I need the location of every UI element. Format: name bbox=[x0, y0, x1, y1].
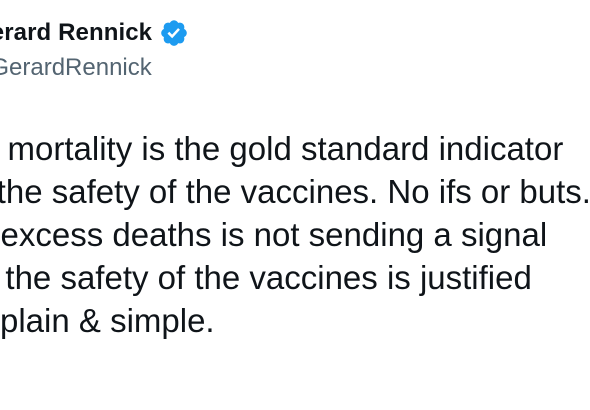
name-row: Gerard Rennick bbox=[0, 14, 189, 52]
tweet-text-line: Excess mortality is the gold standard in… bbox=[0, 130, 564, 167]
tweet-text-line: If excess deaths is not sending a signal bbox=[0, 216, 548, 253]
tweet-text-line: plain & simple. bbox=[0, 302, 215, 339]
tweet-header: Gerard Rennick @GerardRennick bbox=[0, 14, 189, 82]
tweet-card: Gerard Rennick @GerardRennick Excess mor… bbox=[0, 0, 590, 410]
tweet-text-line: then the safety of the vaccines is justi… bbox=[0, 259, 532, 296]
tweet-text-line: for the safety of the vaccines. No ifs o… bbox=[0, 173, 590, 210]
tweet-body-text: Excess mortality is the gold standard in… bbox=[0, 127, 590, 342]
verified-badge-icon bbox=[159, 18, 189, 48]
author-handle[interactable]: @GerardRennick bbox=[0, 54, 189, 82]
author-display-name[interactable]: Gerard Rennick bbox=[0, 19, 152, 47]
